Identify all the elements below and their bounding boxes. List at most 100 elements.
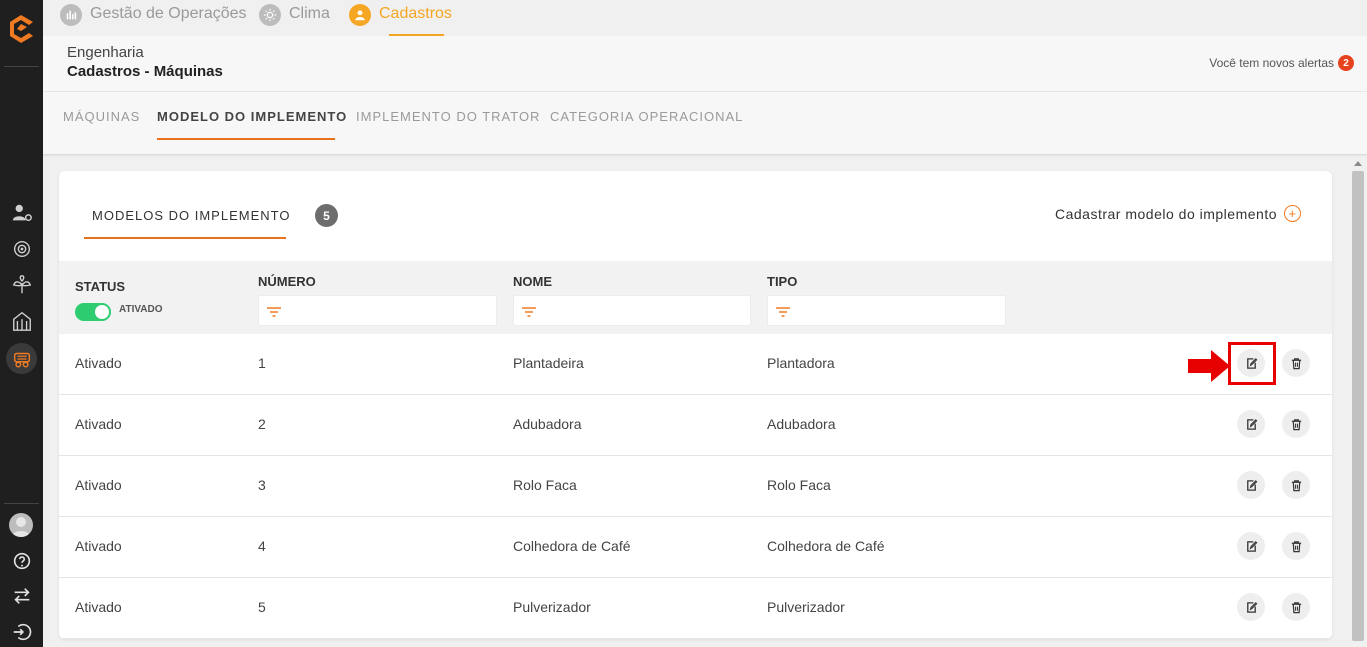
implement-models-card: MODELOS DO IMPLEMENTO 5 Cadastrar modelo…	[59, 171, 1332, 639]
trash-icon	[1290, 540, 1303, 553]
cell-numero: 3	[258, 477, 266, 493]
add-circle-icon: +	[1284, 205, 1301, 222]
column-header-status: STATUS	[75, 279, 126, 294]
breadcrumb-section: Engenharia	[67, 44, 144, 61]
sidebar-divider	[4, 66, 39, 67]
app-logo[interactable]	[7, 12, 36, 46]
silo-icon[interactable]	[10, 309, 34, 333]
cell-tipo: Colhedora de Café	[767, 538, 885, 554]
top-tab-cadastros[interactable]: Cadastros	[349, 3, 452, 36]
trash-icon	[1290, 601, 1303, 614]
top-tab-label: Clima	[289, 5, 330, 22]
tab-modelo-implemento[interactable]: MODELO DO IMPLEMENTO	[157, 109, 347, 124]
cell-tipo: Plantadora	[767, 355, 835, 371]
status-toggle-label: ATIVADO	[119, 304, 163, 315]
register-label: Cadastrar modelo do implemento	[1055, 205, 1277, 222]
cell-nome: Rolo Faca	[513, 477, 577, 493]
delete-button[interactable]	[1282, 410, 1310, 438]
cell-nome: Colhedora de Café	[513, 538, 631, 554]
tab-categoria-operacional[interactable]: CATEGORIA OPERACIONAL	[550, 109, 743, 124]
top-tab-gestao-operacoes[interactable]: Gestão de Operações	[60, 3, 247, 36]
avatar[interactable]	[9, 513, 33, 537]
top-tab-label: Cadastros	[379, 5, 452, 22]
sub-tabs: MÁQUINAS MODELO DO IMPLEMENTO IMPLEMENTO…	[43, 92, 1367, 155]
column-header-tipo: TIPO	[767, 274, 798, 289]
cell-tipo: Rolo Faca	[767, 477, 831, 493]
table-row: Ativado 1 Plantadeira Plantadora	[59, 334, 1332, 395]
tipo-filter-input[interactable]	[767, 295, 1006, 326]
switch-arrows-icon[interactable]	[10, 584, 34, 608]
table-row: Ativado 5 Pulverizador Pulverizador	[59, 578, 1332, 639]
edit-icon	[1245, 601, 1258, 614]
cell-status: Ativado	[75, 477, 122, 493]
count-badge: 5	[315, 204, 338, 227]
red-arrow-annotation	[1188, 350, 1230, 382]
edit-icon	[1245, 418, 1258, 431]
user-settings-icon[interactable]	[10, 201, 34, 225]
trash-icon	[1290, 357, 1303, 370]
scroll-up-arrow-icon[interactable]	[1354, 161, 1362, 166]
register-model-button[interactable]: Cadastrar modelo do implemento +	[1055, 205, 1301, 222]
cell-nome: Pulverizador	[513, 599, 591, 615]
delete-button[interactable]	[1282, 349, 1310, 377]
page-header: Engenharia Cadastros - Máquinas Você tem…	[43, 36, 1367, 92]
trash-icon	[1290, 479, 1303, 492]
vertical-scrollbar[interactable]	[1350, 157, 1367, 647]
edit-button[interactable]	[1237, 410, 1265, 438]
user-icon	[349, 4, 371, 26]
trash-icon	[1290, 418, 1303, 431]
card-tab-underline	[84, 237, 286, 239]
cell-status: Ativado	[75, 538, 122, 554]
column-header-numero: NÚMERO	[258, 274, 316, 289]
scrollbar-thumb[interactable]	[1352, 171, 1364, 641]
filter-icon	[267, 307, 281, 317]
operations-icon	[60, 4, 82, 26]
cell-numero: 5	[258, 599, 266, 615]
edit-icon	[1245, 479, 1258, 492]
edit-button[interactable]	[1237, 471, 1265, 499]
delete-button[interactable]	[1282, 532, 1310, 560]
edit-icon	[1245, 540, 1258, 553]
column-header-nome: NOME	[513, 274, 552, 289]
top-tab-clima[interactable]: Clima	[259, 3, 330, 36]
top-tab-label: Gestão de Operações	[90, 5, 247, 22]
edit-button[interactable]	[1237, 593, 1265, 621]
cell-numero: 4	[258, 538, 266, 554]
table-row: Ativado 3 Rolo Faca Rolo Faca	[59, 456, 1332, 517]
cell-numero: 2	[258, 416, 266, 432]
active-subtab-underline	[157, 138, 335, 140]
edit-button[interactable]	[1237, 532, 1265, 560]
numero-filter-input[interactable]	[258, 295, 497, 326]
sidebar-divider	[4, 503, 39, 504]
help-icon[interactable]	[10, 549, 34, 573]
nome-filter-input[interactable]	[513, 295, 751, 326]
alerts-notice[interactable]: Você tem novos alertas 2	[1209, 55, 1354, 71]
cell-tipo: Pulverizador	[767, 599, 845, 615]
cell-status: Ativado	[75, 355, 122, 371]
target-icon[interactable]	[10, 237, 34, 261]
top-navigation: Gestão de Operações Clima Cadastros	[43, 0, 1367, 36]
table-row: Ativado 2 Adubadora Adubadora	[59, 395, 1332, 456]
alerts-count-badge: 2	[1338, 55, 1354, 71]
table-row: Ativado 4 Colhedora de Café Colhedora de Ca…	[59, 517, 1332, 578]
card-tab-modelos[interactable]: MODELOS DO IMPLEMENTO	[92, 208, 290, 223]
highlight-box-annotation	[1228, 342, 1276, 385]
status-filter-toggle[interactable]	[75, 303, 111, 321]
cell-status: Ativado	[75, 599, 122, 615]
cell-nome: Plantadeira	[513, 355, 584, 371]
filter-icon	[776, 307, 790, 317]
tab-implemento-trator[interactable]: IMPLEMENTO DO TRATOR	[356, 109, 540, 124]
delete-button[interactable]	[1282, 471, 1310, 499]
plant-icon[interactable]	[10, 273, 34, 297]
cell-status: Ativado	[75, 416, 122, 432]
delete-button[interactable]	[1282, 593, 1310, 621]
logout-icon[interactable]	[10, 620, 34, 644]
cell-tipo: Adubadora	[767, 416, 836, 432]
tractor-implement-icon[interactable]	[6, 343, 37, 374]
page-title: Cadastros - Máquinas	[67, 63, 223, 80]
alerts-text: Você tem novos alertas	[1209, 56, 1334, 70]
cell-numero: 1	[258, 355, 266, 371]
cell-nome: Adubadora	[513, 416, 582, 432]
tab-maquinas[interactable]: MÁQUINAS	[63, 109, 140, 124]
sun-icon	[259, 4, 281, 26]
